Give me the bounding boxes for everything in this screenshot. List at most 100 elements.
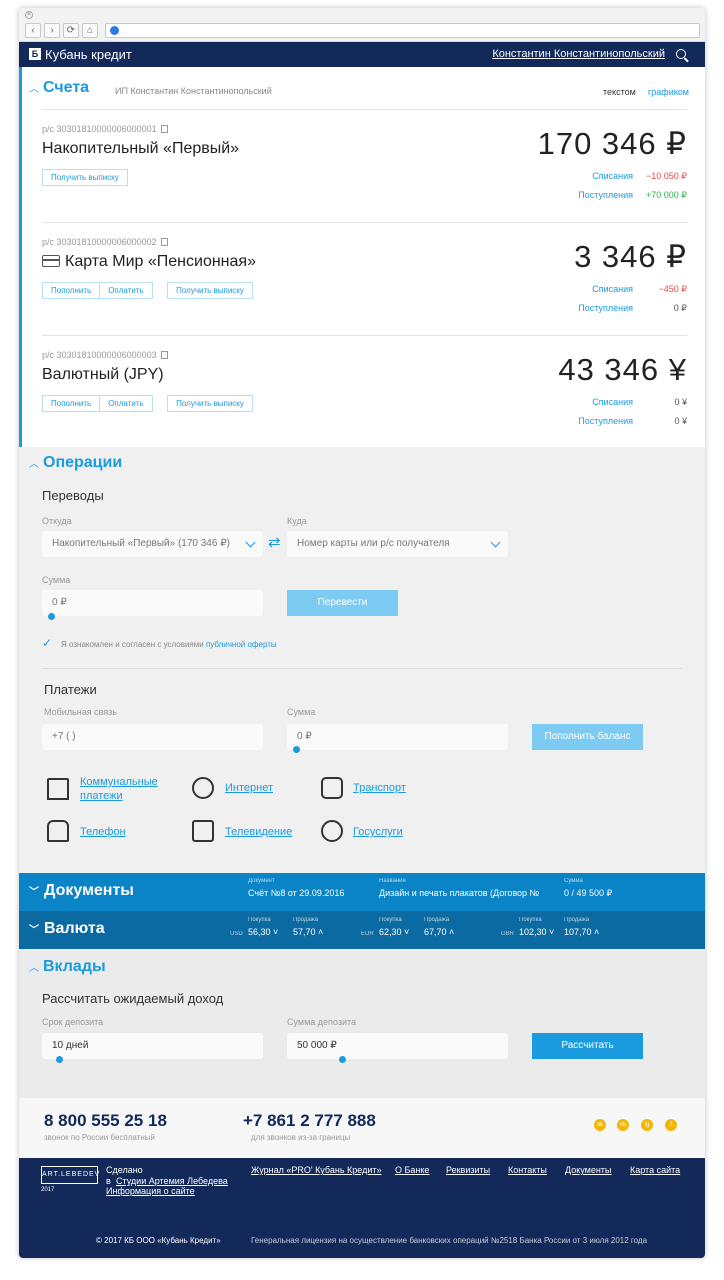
studio-link[interactable]: Студии Артемия Лебедева: [116, 1176, 228, 1186]
account-balance: 43 346 ¥: [558, 352, 687, 387]
service-gosuslugi[interactable]: Госуслуги: [353, 825, 403, 839]
topup-button[interactable]: Пополнить: [42, 395, 101, 412]
view-graph-toggle[interactable]: графиком: [648, 87, 689, 97]
to-label: Куда: [287, 516, 307, 526]
odnoklassniki-icon[interactable]: ok: [594, 1119, 606, 1131]
search-icon[interactable]: [676, 49, 686, 59]
currency-title: Валюта: [44, 920, 105, 937]
phone-russia[interactable]: 8 800 555 25 18: [44, 1111, 167, 1131]
top-bar: Б Кубань кредит Константин Константинопо…: [19, 42, 705, 67]
contacts-strip: 8 800 555 25 18 звонок по России бесплат…: [19, 1098, 705, 1158]
copy-icon[interactable]: [160, 238, 168, 246]
currency-header: ﹀ Валюта: [29, 920, 105, 938]
topup-button[interactable]: Пополнить: [42, 282, 101, 299]
footer-link-about[interactable]: О Банке: [395, 1165, 429, 1175]
statement-button[interactable]: Получить выписку: [42, 169, 128, 186]
payments-heading: Платежи: [44, 682, 97, 697]
bus-icon[interactable]: [321, 777, 343, 799]
accounts-header[interactable]: ︿ Счета: [29, 79, 89, 97]
account-name[interactable]: Карта Мир «Пенсионная»: [42, 253, 256, 271]
footer-link-documents[interactable]: Документы: [565, 1165, 611, 1175]
account-card: р/с 30301810000006000001 Накопительный «…: [42, 109, 687, 222]
account-number-text: р/с 30301810000006000002: [42, 237, 157, 247]
amount-input[interactable]: 0 ₽: [42, 590, 263, 616]
site-info-link[interactable]: Информация о сайте: [106, 1186, 195, 1196]
transfers-heading: Переводы: [42, 488, 104, 503]
buy-rate: 62,30 ˅: [379, 927, 410, 937]
chevron-down-icon: [245, 537, 256, 548]
statement-button[interactable]: Получить выписку: [167, 282, 253, 299]
globe-icon[interactable]: [192, 777, 214, 799]
topup-balance-button[interactable]: Пополнить баланс: [532, 724, 643, 750]
pay-amount-input[interactable]: 0 ₽: [287, 724, 508, 750]
browser-window: × ‹ › ⟳ ⌂ Б Кубань кредит Константин Кон…: [19, 8, 705, 1258]
instagram-icon[interactable]: ig: [641, 1119, 653, 1131]
pay-slider-handle[interactable]: [293, 746, 300, 753]
service-utilities[interactable]: Коммунальные платежи: [80, 775, 158, 803]
made-by-text: Сделано: [106, 1165, 143, 1175]
debits-label: Списания: [592, 171, 633, 181]
deposits-header[interactable]: ︿ Вклады: [29, 958, 106, 976]
to-select-placeholder: Номер карты или р/с получателя: [297, 538, 450, 549]
brand-name[interactable]: Кубань кредит: [45, 47, 132, 62]
account-name[interactable]: Накопительный «Первый»: [42, 140, 239, 158]
mobile-input[interactable]: +7 ( ): [42, 724, 263, 750]
chevron-down-icon: [490, 537, 501, 548]
service-label: платежи: [80, 790, 123, 802]
footer-link-sitemap[interactable]: Карта сайта: [630, 1165, 680, 1175]
sum-slider-handle[interactable]: [339, 1056, 346, 1063]
back-icon[interactable]: ‹: [25, 23, 41, 38]
service-transport[interactable]: Транспорт: [353, 781, 406, 795]
copy-icon[interactable]: [160, 351, 168, 359]
agree-checkbox[interactable]: ✓: [42, 636, 52, 650]
sell-label: Продажа: [293, 917, 319, 923]
account-balance: 170 346 ₽: [537, 126, 687, 161]
footer-link-contacts[interactable]: Контакты: [508, 1165, 547, 1175]
to-select[interactable]: Номер карты или р/с получателя: [287, 531, 508, 557]
studio-logo[interactable]: ART.LEBEDEV: [41, 1166, 99, 1184]
footer-link-journal[interactable]: Журнал «PRO' Кубань Кредит»: [251, 1165, 382, 1175]
copy-icon[interactable]: [160, 125, 168, 133]
footer-link-requisites[interactable]: Реквизиты: [446, 1165, 490, 1175]
view-text-toggle[interactable]: текстом: [603, 87, 636, 97]
phone-intl-note: для звонков из-за границы: [251, 1133, 351, 1142]
home-icon[interactable]: ⌂: [82, 23, 98, 38]
pay-button[interactable]: Оплатить: [99, 395, 153, 412]
vk-icon[interactable]: vk: [617, 1119, 629, 1131]
footer: ART.LEBEDEV 2017 Сделано в Студии Артеми…: [19, 1158, 705, 1258]
telephone-icon[interactable]: [47, 820, 69, 842]
offer-link[interactable]: публичной оферты: [206, 640, 277, 649]
house-icon[interactable]: [47, 778, 69, 800]
reload-icon[interactable]: ⟳: [63, 23, 79, 38]
close-icon[interactable]: ×: [25, 11, 33, 19]
user-link[interactable]: Константин Константинопольский: [492, 48, 665, 60]
documents-bar[interactable]: ﹀ Документы Документ Счёт №8 от 29.09.201…: [19, 873, 705, 911]
currency-bar[interactable]: ﹀ Валюта USD Покупка 56,30 ˅ Продажа 57,7…: [19, 911, 705, 949]
people-icon[interactable]: [321, 820, 343, 842]
swap-icon[interactable]: ⇄: [268, 533, 281, 551]
service-internet[interactable]: Интернет: [225, 781, 273, 795]
service-phone[interactable]: Телефон: [80, 825, 126, 839]
phone-intl[interactable]: +7 861 2 777 888: [243, 1111, 376, 1131]
account-name[interactable]: Валютный (JPY): [42, 366, 164, 384]
tv-icon[interactable]: [192, 820, 214, 842]
term-input[interactable]: 10 дней: [42, 1033, 263, 1059]
calculate-button[interactable]: Рассчитать: [532, 1033, 643, 1059]
address-bar[interactable]: [105, 23, 700, 38]
sum-label: Сумма: [564, 878, 583, 884]
deposit-sum-input[interactable]: 50 000 ₽: [287, 1033, 508, 1059]
from-select[interactable]: Накопительный «Первый» (170 346 ₽): [42, 531, 263, 557]
pay-button[interactable]: Оплатить: [99, 282, 153, 299]
term-label: Срок депозита: [42, 1017, 104, 1027]
amount-slider-handle[interactable]: [48, 613, 55, 620]
facebook-icon[interactable]: f: [665, 1119, 677, 1131]
statement-button[interactable]: Получить выписку: [167, 395, 253, 412]
term-slider-handle[interactable]: [56, 1056, 63, 1063]
buy-label: Покупка: [248, 917, 271, 923]
transfer-button[interactable]: Перевести: [287, 590, 398, 616]
from-label: Откуда: [42, 516, 72, 526]
forward-icon[interactable]: ›: [44, 23, 60, 38]
account-number: р/с 30301810000006000003: [42, 350, 168, 360]
service-tv[interactable]: Телевидение: [225, 825, 292, 839]
operations-header[interactable]: ︿ Операции: [29, 454, 122, 472]
